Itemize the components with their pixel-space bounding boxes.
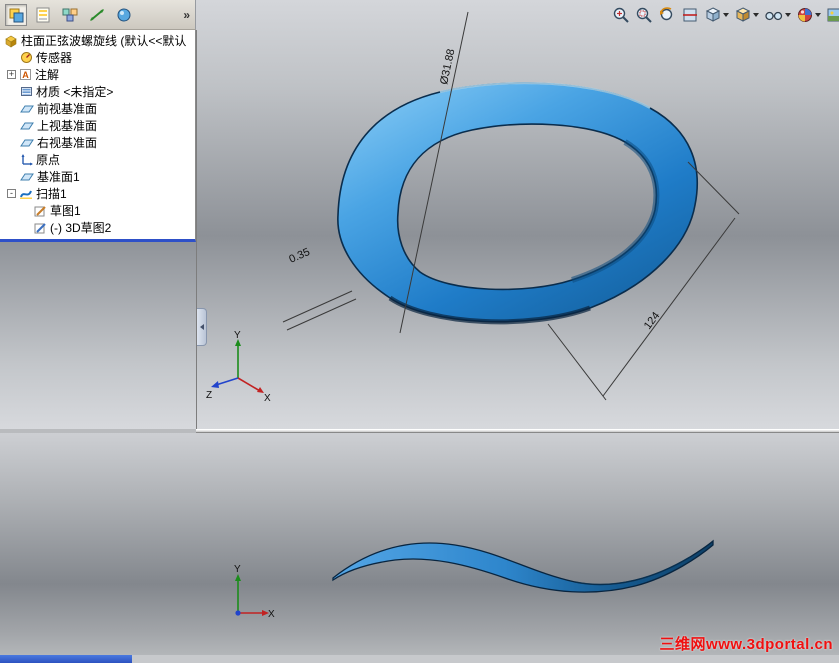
sketch-icon (33, 204, 47, 217)
displaymanager-tab-icon[interactable] (113, 4, 135, 26)
tree-item-origin[interactable]: 原点 (0, 151, 195, 168)
viewport-bottom-pane[interactable]: Y X 三维网www.3dportal.cn (0, 433, 839, 655)
tree-item-label: 柱面正弦波螺旋线 (默认<<默认 (21, 34, 187, 48)
dimension-label-diameter[interactable]: Ø31.88 (438, 48, 457, 86)
triad-x-label: X (264, 393, 271, 402)
tree-item-front-plane[interactable]: 前视基准面 (0, 100, 195, 117)
tree-item-part-root[interactable]: 柱面正弦波螺旋线 (默认<<默认 (0, 32, 195, 49)
sketch3d-icon (33, 221, 47, 234)
reference-triad-side: Y X (234, 564, 275, 620)
dimxpertmanager-tab-icon[interactable] (86, 4, 108, 26)
dimension-line-035-b[interactable] (286, 298, 357, 331)
tree-item-sketch1[interactable]: 草图1 (0, 202, 195, 219)
plane-icon (20, 170, 34, 183)
watermark-text: 三维网www.3dportal.cn (659, 636, 833, 653)
tree-item-3dsketch2[interactable]: (-) 3D草图2 (0, 219, 195, 236)
model-view-side (332, 539, 714, 593)
propertymanager-tab-icon[interactable] (32, 4, 54, 26)
plane-icon (20, 119, 34, 132)
tree-item-sensors[interactable]: 传感器 (0, 49, 195, 66)
panel-vertical-divider[interactable] (196, 30, 197, 429)
chevron-down-icon[interactable] (815, 13, 821, 17)
dimension-ext-124-b[interactable] (547, 323, 607, 401)
plane-icon (20, 102, 34, 115)
zoom-area-icon[interactable] (634, 5, 654, 25)
origin-icon (20, 153, 33, 166)
tree-item-sweep1[interactable]: - 扫描1 (0, 185, 195, 202)
sweep-icon (19, 187, 33, 200)
manager-tab-toolbar: » (0, 0, 196, 30)
section-view-icon[interactable] (680, 5, 700, 25)
zoom-fit-icon[interactable] (611, 5, 631, 25)
apply-scene-icon[interactable] (825, 5, 839, 25)
solidworks-window: Ø31.88 0.35 124 Y X Z Y X 三维网www.3dporta… (0, 0, 839, 663)
tree-item-annotations[interactable]: + A 注解 (0, 66, 195, 83)
edit-appearance-icon[interactable] (795, 5, 822, 25)
annotations-icon: A (19, 68, 32, 81)
panel-collapse-handle[interactable] (197, 308, 207, 346)
material-icon (20, 85, 33, 98)
tree-item-top-plane[interactable]: 上视基准面 (0, 117, 195, 134)
chevron-down-icon[interactable] (785, 13, 791, 17)
dimension-line-035-a[interactable] (282, 290, 353, 323)
display-style-icon[interactable] (733, 5, 760, 25)
svg-text:A: A (22, 70, 29, 80)
triad-z-label: Z (206, 390, 212, 401)
plane-icon (20, 136, 34, 149)
expand-plus-icon[interactable]: + (7, 70, 16, 79)
collapse-minus-icon[interactable]: - (7, 189, 16, 198)
tree-item-material[interactable]: 材质 <未指定> (0, 83, 195, 100)
view-orientation-icon[interactable] (703, 5, 730, 25)
reference-triad-iso: Y X Z (206, 330, 271, 402)
wavy-ring-body[interactable] (337, 82, 699, 323)
part-icon (4, 34, 18, 48)
hide-show-items-icon[interactable] (763, 5, 792, 25)
triad-x-label: X (268, 609, 275, 620)
chevron-down-icon[interactable] (723, 13, 729, 17)
sensors-icon (20, 51, 33, 64)
tree-item-right-plane[interactable]: 右视基准面 (0, 134, 195, 151)
dimension-label-124[interactable]: 124 (642, 310, 663, 332)
headsup-view-toolbar (611, 5, 839, 25)
previous-view-icon[interactable] (657, 5, 677, 25)
featuremanager-tree-panel: 柱面正弦波螺旋线 (默认<<默认 传感器 + A 注解 材质 <未指定> 前视基… (0, 30, 196, 242)
taskbar-fragment (0, 655, 132, 663)
chevron-down-icon[interactable] (753, 13, 759, 17)
window-bottom-edge (0, 655, 839, 663)
dimension-label-035[interactable]: 0.35 (287, 246, 311, 266)
wave-profile-body[interactable] (332, 539, 714, 593)
chevron-left-icon (199, 324, 204, 330)
configurationmanager-tab-icon[interactable] (59, 4, 81, 26)
toolbar-overflow-chevron[interactable]: » (183, 8, 190, 22)
triad-y-label: Y (234, 564, 241, 575)
featuremanager-tab-icon[interactable] (5, 3, 27, 26)
triad-y-label: Y (234, 330, 241, 341)
tree-item-plane1[interactable]: 基准面1 (0, 168, 195, 185)
